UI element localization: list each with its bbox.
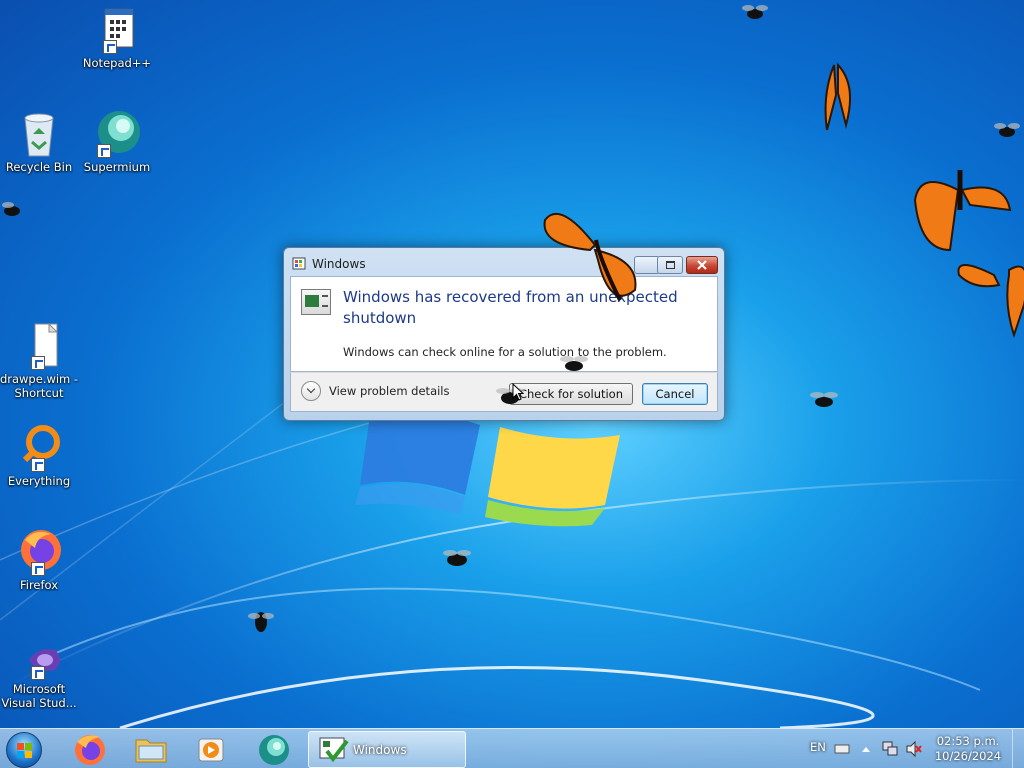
recycle-bin-icon: [15, 110, 63, 158]
firefox-icon: [15, 528, 63, 576]
desktop-icon-label: Microsoft Visual Stud...: [1, 682, 77, 710]
clock-date: 10/26/2024: [934, 749, 1002, 763]
desktop-icon-recycle-bin[interactable]: Recycle Bin: [0, 110, 79, 174]
supermium-icon: [93, 110, 141, 158]
desktop-icon-visual-studio[interactable]: Microsoft Visual Stud...: [0, 640, 79, 710]
butterfly-icon: [824, 62, 851, 131]
desktop-icon-label: drawpe.wim - Shortcut: [0, 372, 79, 400]
taskbar-firefox[interactable]: [62, 732, 118, 768]
dialog-message: Windows can check online for a solution …: [343, 345, 667, 359]
notepadpp-icon: [93, 6, 141, 54]
clock-time: 02:53 p.m.: [936, 734, 1000, 748]
windows-logo: [355, 411, 620, 527]
volume-muted-icon[interactable]: [905, 729, 923, 768]
desktop-icon-everything[interactable]: Everything: [0, 424, 79, 488]
butterfly-icon: [543, 212, 637, 301]
system-event-icon: [301, 289, 331, 315]
maximize-button[interactable]: [657, 256, 683, 274]
taskbar: Windows EN 02:53 p.m. 10/26/2024: [0, 728, 1024, 768]
start-button[interactable]: [6, 732, 42, 768]
taskbar-clock[interactable]: 02:53 p.m. 10/26/2024: [930, 734, 1006, 764]
visual-studio-icon: [15, 640, 63, 680]
taskbar-window-label: Windows: [353, 743, 407, 757]
file-explorer-icon: [135, 739, 167, 763]
show-hidden-icons-icon[interactable]: [860, 729, 872, 768]
show-desktop-button[interactable]: [1012, 729, 1024, 768]
desktop-icon-label: Notepad++: [82, 56, 152, 70]
everything-icon: [15, 424, 63, 472]
maximize-icon: [666, 261, 675, 269]
shortcut-arrow-icon: [103, 40, 117, 54]
taskbar-media-player[interactable]: [183, 732, 239, 768]
desktop-icon-supermium[interactable]: Supermium: [77, 110, 157, 174]
windows-app-icon: [292, 257, 306, 270]
fly-icon: [443, 550, 471, 566]
taskbar-file-explorer[interactable]: [123, 732, 179, 768]
view-problem-details-toggle[interactable]: View problem details: [301, 381, 450, 401]
file-shortcut-icon: [15, 322, 63, 370]
language-indicator[interactable]: EN: [810, 740, 826, 768]
view-problem-details-label: View problem details: [329, 384, 450, 398]
close-button[interactable]: [686, 256, 718, 274]
shortcut-arrow-icon: [31, 666, 45, 680]
dialog-title: Windows: [312, 257, 366, 271]
shortcut-arrow-icon: [31, 458, 45, 472]
taskbar-window-windows[interactable]: Windows: [308, 731, 466, 768]
problem-reports-icon: [319, 737, 349, 763]
desktop-icon-drawpe-shortcut[interactable]: drawpe.wim - Shortcut: [0, 322, 79, 400]
desktop-icon-label: Supermium: [83, 160, 151, 174]
mouse-cursor-icon: [512, 383, 524, 401]
dialog-body: Windows has recovered from an unexpected…: [290, 276, 718, 372]
shortcut-arrow-icon: [31, 562, 45, 576]
keyboard-icon[interactable]: [834, 729, 850, 768]
desktop-icon-notepadpp[interactable]: Notepad++: [77, 6, 157, 70]
supermium-icon: [259, 735, 289, 765]
fly-icon: [248, 612, 274, 632]
fly-icon: [742, 5, 768, 19]
fly-icon: [560, 356, 588, 371]
taskbar-supermium[interactable]: [246, 732, 302, 768]
fly-icon: [994, 123, 1020, 137]
desktop-icon-label: Everything: [7, 474, 71, 488]
shortcut-arrow-icon: [31, 356, 45, 370]
firefox-icon: [75, 735, 105, 765]
fly-icon: [810, 392, 838, 407]
desktop-icon-firefox[interactable]: Firefox: [0, 528, 79, 592]
network-icon[interactable]: [881, 729, 899, 768]
windows-flag-icon: [17, 743, 33, 759]
media-player-icon: [198, 738, 224, 762]
shortcut-arrow-icon: [97, 144, 111, 158]
desktop-icon-label: Firefox: [19, 578, 59, 592]
desktop-icon-label: Recycle Bin: [5, 160, 73, 174]
fly-icon: [2, 202, 20, 216]
butterfly-icon: [957, 264, 1024, 339]
close-icon: [697, 260, 707, 270]
cancel-button[interactable]: Cancel: [642, 383, 708, 405]
chevron-down-icon: [301, 381, 321, 401]
